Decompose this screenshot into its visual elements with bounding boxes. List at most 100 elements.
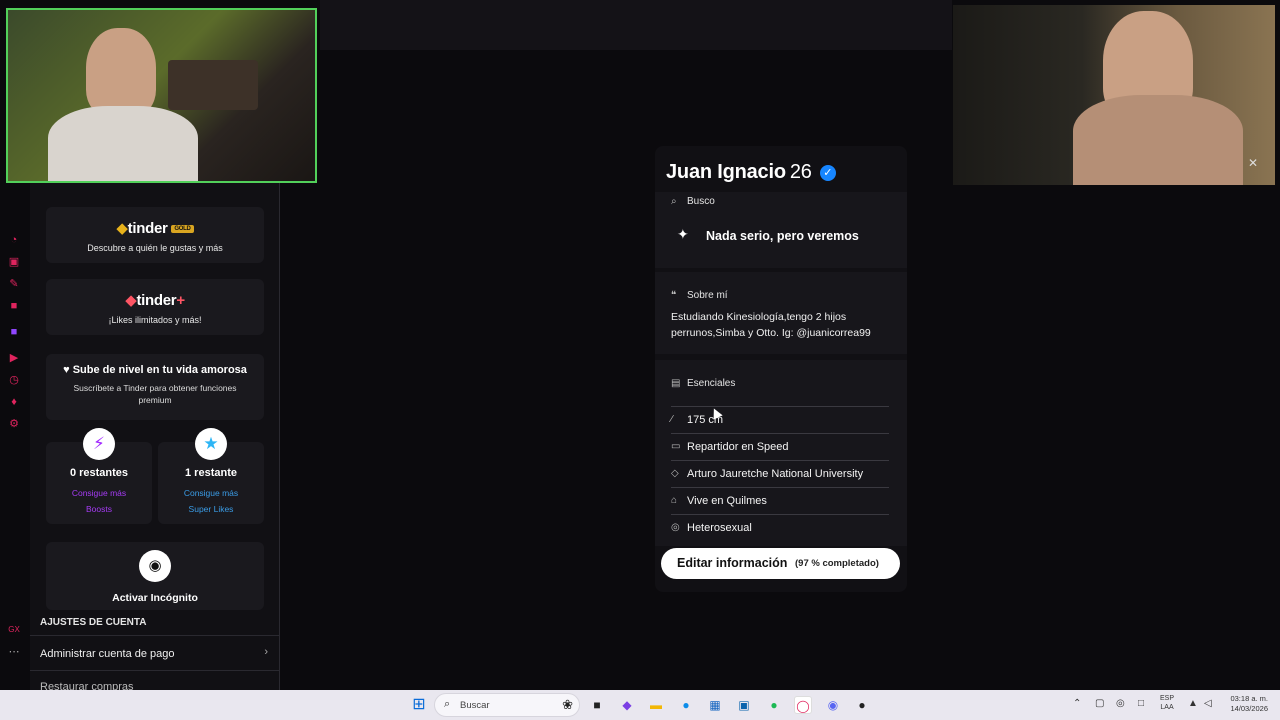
profile-card: Juan Ignacio 26 ✓ ⌕ Busco ✦ Nada serio, pe…: [655, 146, 907, 592]
incognito-label: Activar Incógnito: [112, 592, 198, 604]
level-up-card[interactable]: ♥ Sube de nivel en tu vida amorosa Suscr…: [46, 354, 264, 420]
graduation-cap-icon: ◇: [671, 468, 679, 479]
incognito-card[interactable]: ◉ Activar Incógnito: [46, 542, 264, 610]
task-view-icon[interactable]: ■: [588, 696, 606, 714]
home-icon: ⌂: [671, 495, 678, 506]
champagne-icon: ✦: [677, 226, 689, 242]
account-panel: ◆tinder GOLD Descubre a quién le gustas …: [30, 183, 280, 693]
chevron-up-icon[interactable]: ⌃: [1073, 698, 1081, 709]
orientation-icon: ◎: [671, 522, 680, 533]
bag-icon[interactable]: ▣: [6, 254, 22, 270]
twitch-icon[interactable]: ■: [6, 324, 22, 340]
essentials-label: Esenciales: [687, 378, 736, 389]
search-highlight-icon: ❀: [562, 697, 573, 712]
id-card-icon: ▤: [671, 378, 681, 389]
age-text: 26: [789, 161, 812, 183]
taskbar-search[interactable]: ⌕ Buscar ❀: [434, 693, 580, 717]
tinder-gold-card[interactable]: ◆tinder GOLD Descubre a quién le gustas …: [46, 207, 264, 263]
boosts-card[interactable]: ⚡ 0 restantes Consigue más Boosts: [46, 428, 152, 524]
streamer-body: [48, 106, 198, 181]
essential-orientation: ◎ Heterosexual: [671, 514, 889, 541]
m-icon[interactable]: ■: [6, 298, 22, 314]
about-text: Estudiando Kinesiología,tengo 2 hijos pe…: [671, 311, 871, 339]
search-icon: ⌕: [671, 196, 677, 207]
settings-icon[interactable]: ⚙: [6, 416, 22, 432]
background-shelf: [168, 60, 258, 110]
manage-payment-label: Administrar cuenta de pago: [40, 648, 175, 660]
flame-icon: ◆: [116, 220, 128, 237]
search-placeholder: Buscar: [460, 700, 490, 711]
plus-subtitle: ¡Likes ilimitados y más!: [108, 315, 202, 325]
gold-subtitle: Descubre a quién le gustas y más: [87, 243, 223, 253]
guest-body: [1073, 95, 1243, 185]
looking-for-value: Nada serio, pero veremos: [706, 229, 859, 243]
chevron-right-icon: ›: [264, 646, 268, 658]
name-text: Juan Ignacio: [666, 161, 786, 183]
level-up-subtitle: Suscríbete a Tinder para obtener funcion…: [73, 383, 237, 405]
tray-app-icon[interactable]: ▢: [1095, 698, 1104, 709]
heart-icon: ♥: [63, 364, 70, 376]
gold-tag: GOLD: [171, 225, 194, 234]
mic-muted-icon[interactable]: ✕: [1245, 155, 1261, 171]
edit-info-button[interactable]: Editar información (97 % completado): [661, 548, 900, 579]
profile-name: Juan Ignacio 26 ✓: [666, 161, 836, 184]
edge-icon[interactable]: ●: [677, 696, 695, 714]
level-up-title: ♥ Sube de nivel en tu vida amorosa: [63, 364, 247, 376]
get-more-boosts-link[interactable]: Consigue más Boosts: [46, 485, 152, 517]
boosts-count: 0 restantes: [69, 467, 129, 479]
essential-job: ▭ Repartidor en Speed: [671, 433, 889, 460]
player-icon[interactable]: ▶: [6, 350, 22, 366]
account-settings-heading: AJUSTES DE CUENTA: [40, 617, 147, 628]
extensions-icon[interactable]: ♦: [6, 394, 22, 410]
browser-sidebar: ◔ ▣ ✎ ■ ■ ▶ ◷ ♦ ⚙ GX ⋯: [6, 232, 26, 666]
tray-sync-icon[interactable]: ◎: [1116, 698, 1125, 709]
quote-icon: ❝: [671, 290, 677, 301]
store-icon[interactable]: ▦: [706, 696, 724, 714]
eye-off-icon: ◉: [139, 550, 171, 582]
edit-icon[interactable]: ✎: [6, 276, 22, 292]
manage-payment-row[interactable]: Administrar cuenta de pago ›: [30, 635, 280, 671]
ruler-icon: ∕: [671, 414, 673, 425]
webcam-overlay-left: [6, 8, 317, 183]
wifi-icon[interactable]: ▲: [1188, 698, 1198, 709]
volume-icon[interactable]: ◁: [1204, 698, 1212, 709]
windows-start-icon[interactable]: ⊞: [410, 696, 428, 714]
app-icon[interactable]: ●: [853, 696, 871, 714]
top-bar: [320, 0, 952, 50]
tinder-plus-card[interactable]: ◆tinder+ ¡Likes ilimitados y más!: [46, 279, 264, 335]
clock-icon[interactable]: ◷: [6, 372, 22, 388]
get-more-superlikes-link[interactable]: Consigue más Super Likes: [158, 485, 264, 517]
taskbar-clock[interactable]: 03:18 a. m. 14/03/2026: [1222, 694, 1268, 714]
edit-info-label: Editar información: [677, 556, 788, 570]
language-indicator[interactable]: ESP LAA: [1160, 694, 1174, 712]
tray-network-icon[interactable]: □: [1138, 698, 1144, 709]
briefcase-icon: ▭: [671, 441, 681, 452]
looking-for-label: Busco: [687, 196, 715, 207]
flame-icon: ◆: [125, 292, 137, 309]
discord-icon[interactable]: ◉: [824, 696, 842, 714]
essential-height: ∕ 175 cm: [671, 406, 889, 433]
outlook-icon[interactable]: ▣: [735, 696, 753, 714]
verified-badge-icon: ✓: [819, 165, 836, 181]
history-icon[interactable]: ◔: [6, 232, 22, 248]
essential-location: ⌂ Vive en Quilmes: [671, 487, 889, 514]
gx-icon[interactable]: GX: [6, 622, 22, 638]
more-icon[interactable]: ⋯: [6, 644, 22, 660]
essentials-section: ▤ Esenciales ∕ 175 cm ▭ Repartidor en Sp…: [655, 360, 907, 546]
file-explorer-icon[interactable]: ▬: [647, 696, 665, 714]
tinder-gold-logo: ◆tinder GOLD: [46, 219, 264, 237]
completion-percent: (97 % completado): [795, 558, 879, 569]
essential-school: ◇ Arturo Jauretche National University: [671, 460, 889, 487]
superlikes-card[interactable]: ★ 1 restante Consigue más Super Likes: [158, 428, 264, 524]
copilot-icon[interactable]: ◆: [618, 696, 636, 714]
streamer-face: [86, 28, 156, 116]
star-icon: ★: [195, 428, 227, 460]
webcam-overlay-right: ✕: [953, 5, 1275, 185]
tinder-plus-logo: ◆tinder+: [125, 292, 185, 309]
about-label: Sobre mí: [687, 290, 728, 301]
superlikes-count: 1 restante: [185, 467, 237, 479]
search-icon: ⌕: [444, 698, 451, 710]
opera-gx-icon[interactable]: ◯: [794, 696, 812, 714]
windows-taskbar: ⊞ ⌕ Buscar ❀ ■ ◆ ▬ ● ▦ ▣ ● ◯ ◉ ● ⌃ ▢ ◎ □…: [0, 690, 1280, 720]
spotify-icon[interactable]: ●: [765, 696, 783, 714]
